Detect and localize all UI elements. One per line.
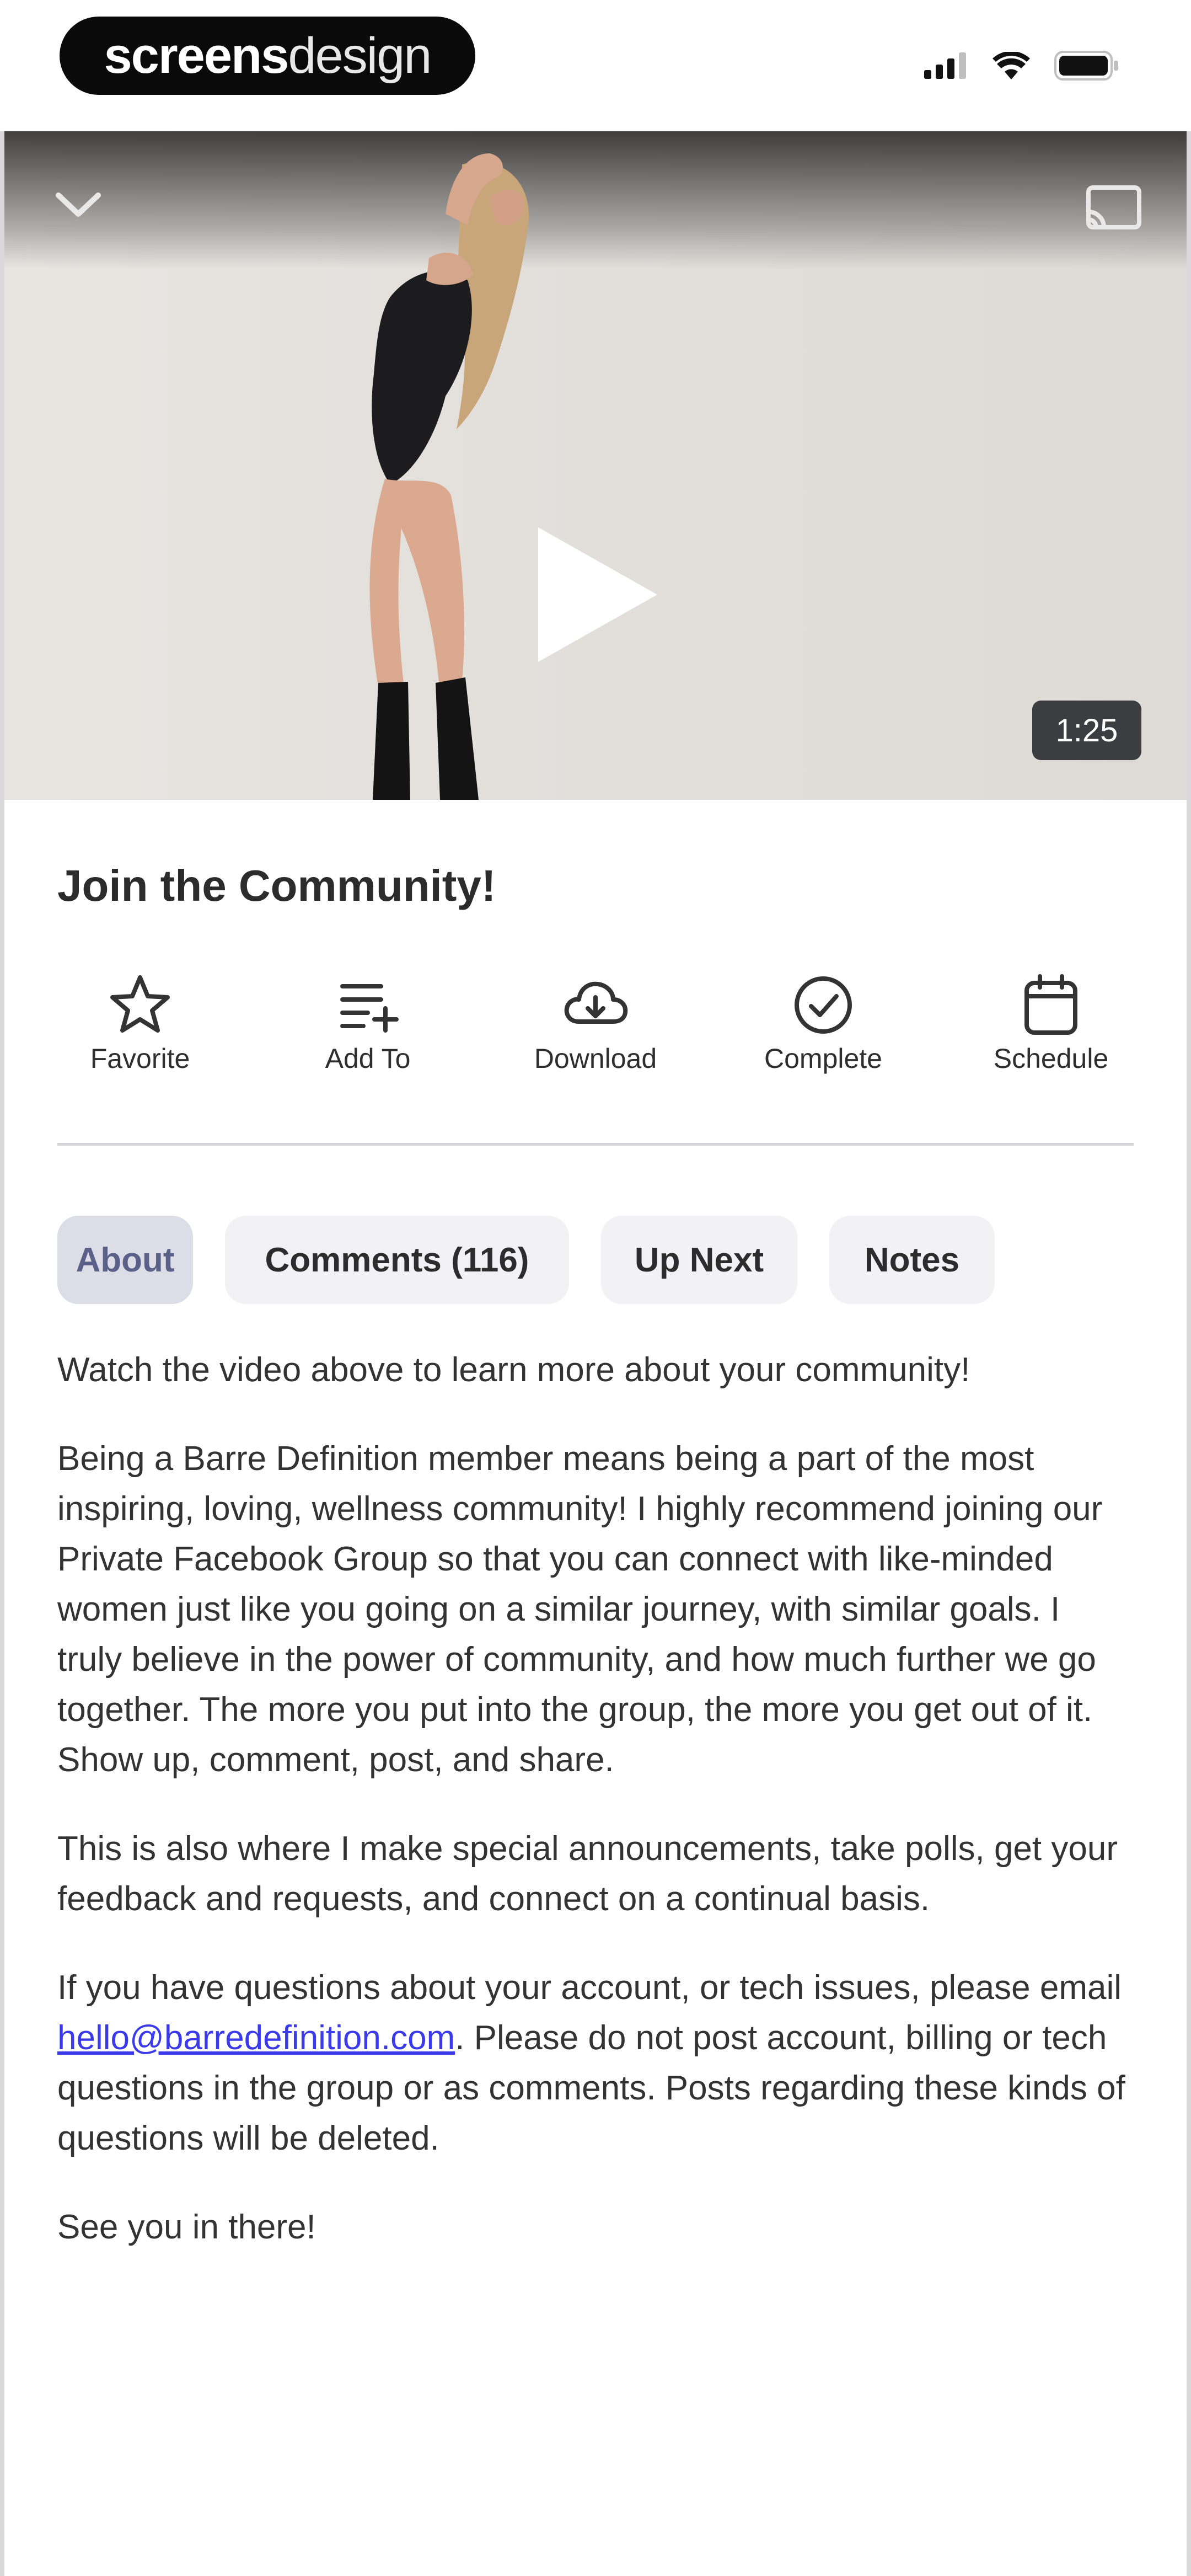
- video-player[interactable]: 1:25: [4, 131, 1187, 800]
- add-to-label: Add To: [325, 1043, 411, 1074]
- play-button[interactable]: [532, 523, 664, 669]
- about-paragraph-intro: Watch the video above to learn more abou…: [57, 1351, 970, 1389]
- brand-text-light: design: [288, 27, 432, 84]
- device-frame-left: [0, 0, 4, 2576]
- download-label: Download: [534, 1043, 657, 1074]
- brand-watermark: screens design: [60, 17, 475, 95]
- collapse-video-button[interactable]: [55, 191, 101, 221]
- tab-comments[interactable]: Comments (116): [225, 1216, 569, 1304]
- calendar-icon: [1024, 974, 1077, 1035]
- action-row: Favorite Add To Download Complete Schedu…: [57, 972, 1134, 1093]
- support-text-before: If you have questions about your account…: [57, 1969, 1122, 2007]
- add-to-button[interactable]: Add To: [285, 972, 450, 1093]
- cloud-download-icon: [564, 981, 628, 1024]
- tab-notes[interactable]: Notes: [829, 1216, 995, 1304]
- status-icons: [924, 51, 1119, 83]
- play-icon: [538, 527, 657, 662]
- brand-text-bold: screens: [104, 27, 289, 84]
- about-paragraph-announcements: This is also where I make special announ…: [57, 1830, 1118, 1918]
- complete-label: Complete: [764, 1043, 882, 1074]
- download-button[interactable]: Download: [513, 972, 678, 1093]
- about-paragraph-membership: Being a Barre Definition member means be…: [57, 1440, 1103, 1779]
- about-paragraph-support: If you have questions about your account…: [57, 1963, 1134, 2163]
- cellular-signal-icon: [924, 52, 968, 82]
- tab-bar: About Comments (116) Up Next Notes: [57, 1216, 995, 1304]
- duration-badge: 1:25: [1032, 701, 1141, 760]
- status-bar: screens design: [0, 0, 1191, 131]
- device-frame-right: [1187, 0, 1191, 2576]
- tab-up-next[interactable]: Up Next: [601, 1216, 797, 1304]
- favorite-button[interactable]: Favorite: [57, 972, 223, 1093]
- cast-button[interactable]: [1085, 184, 1142, 233]
- cast-icon: [1086, 185, 1141, 229]
- check-circle-icon: [795, 976, 852, 1034]
- chevron-down-icon: [56, 193, 101, 217]
- schedule-button[interactable]: Schedule: [968, 972, 1134, 1093]
- video-title: Join the Community!: [57, 861, 496, 910]
- favorite-label: Favorite: [90, 1043, 190, 1074]
- battery-icon: [1054, 51, 1119, 83]
- section-divider: [57, 1143, 1134, 1146]
- support-email-link[interactable]: hello@barredefinition.com: [57, 2019, 455, 2057]
- schedule-label: Schedule: [993, 1043, 1109, 1074]
- about-paragraph-closing: See you in there!: [57, 2208, 316, 2246]
- video-thumbnail-figure: [369, 153, 529, 800]
- playlist-add-icon: [340, 984, 399, 1033]
- tab-about[interactable]: About: [57, 1216, 193, 1304]
- about-content: Watch the video above to learn more abou…: [57, 1345, 1134, 2291]
- wifi-icon: [993, 51, 1030, 82]
- star-icon: [110, 975, 170, 1033]
- complete-button[interactable]: Complete: [741, 972, 906, 1093]
